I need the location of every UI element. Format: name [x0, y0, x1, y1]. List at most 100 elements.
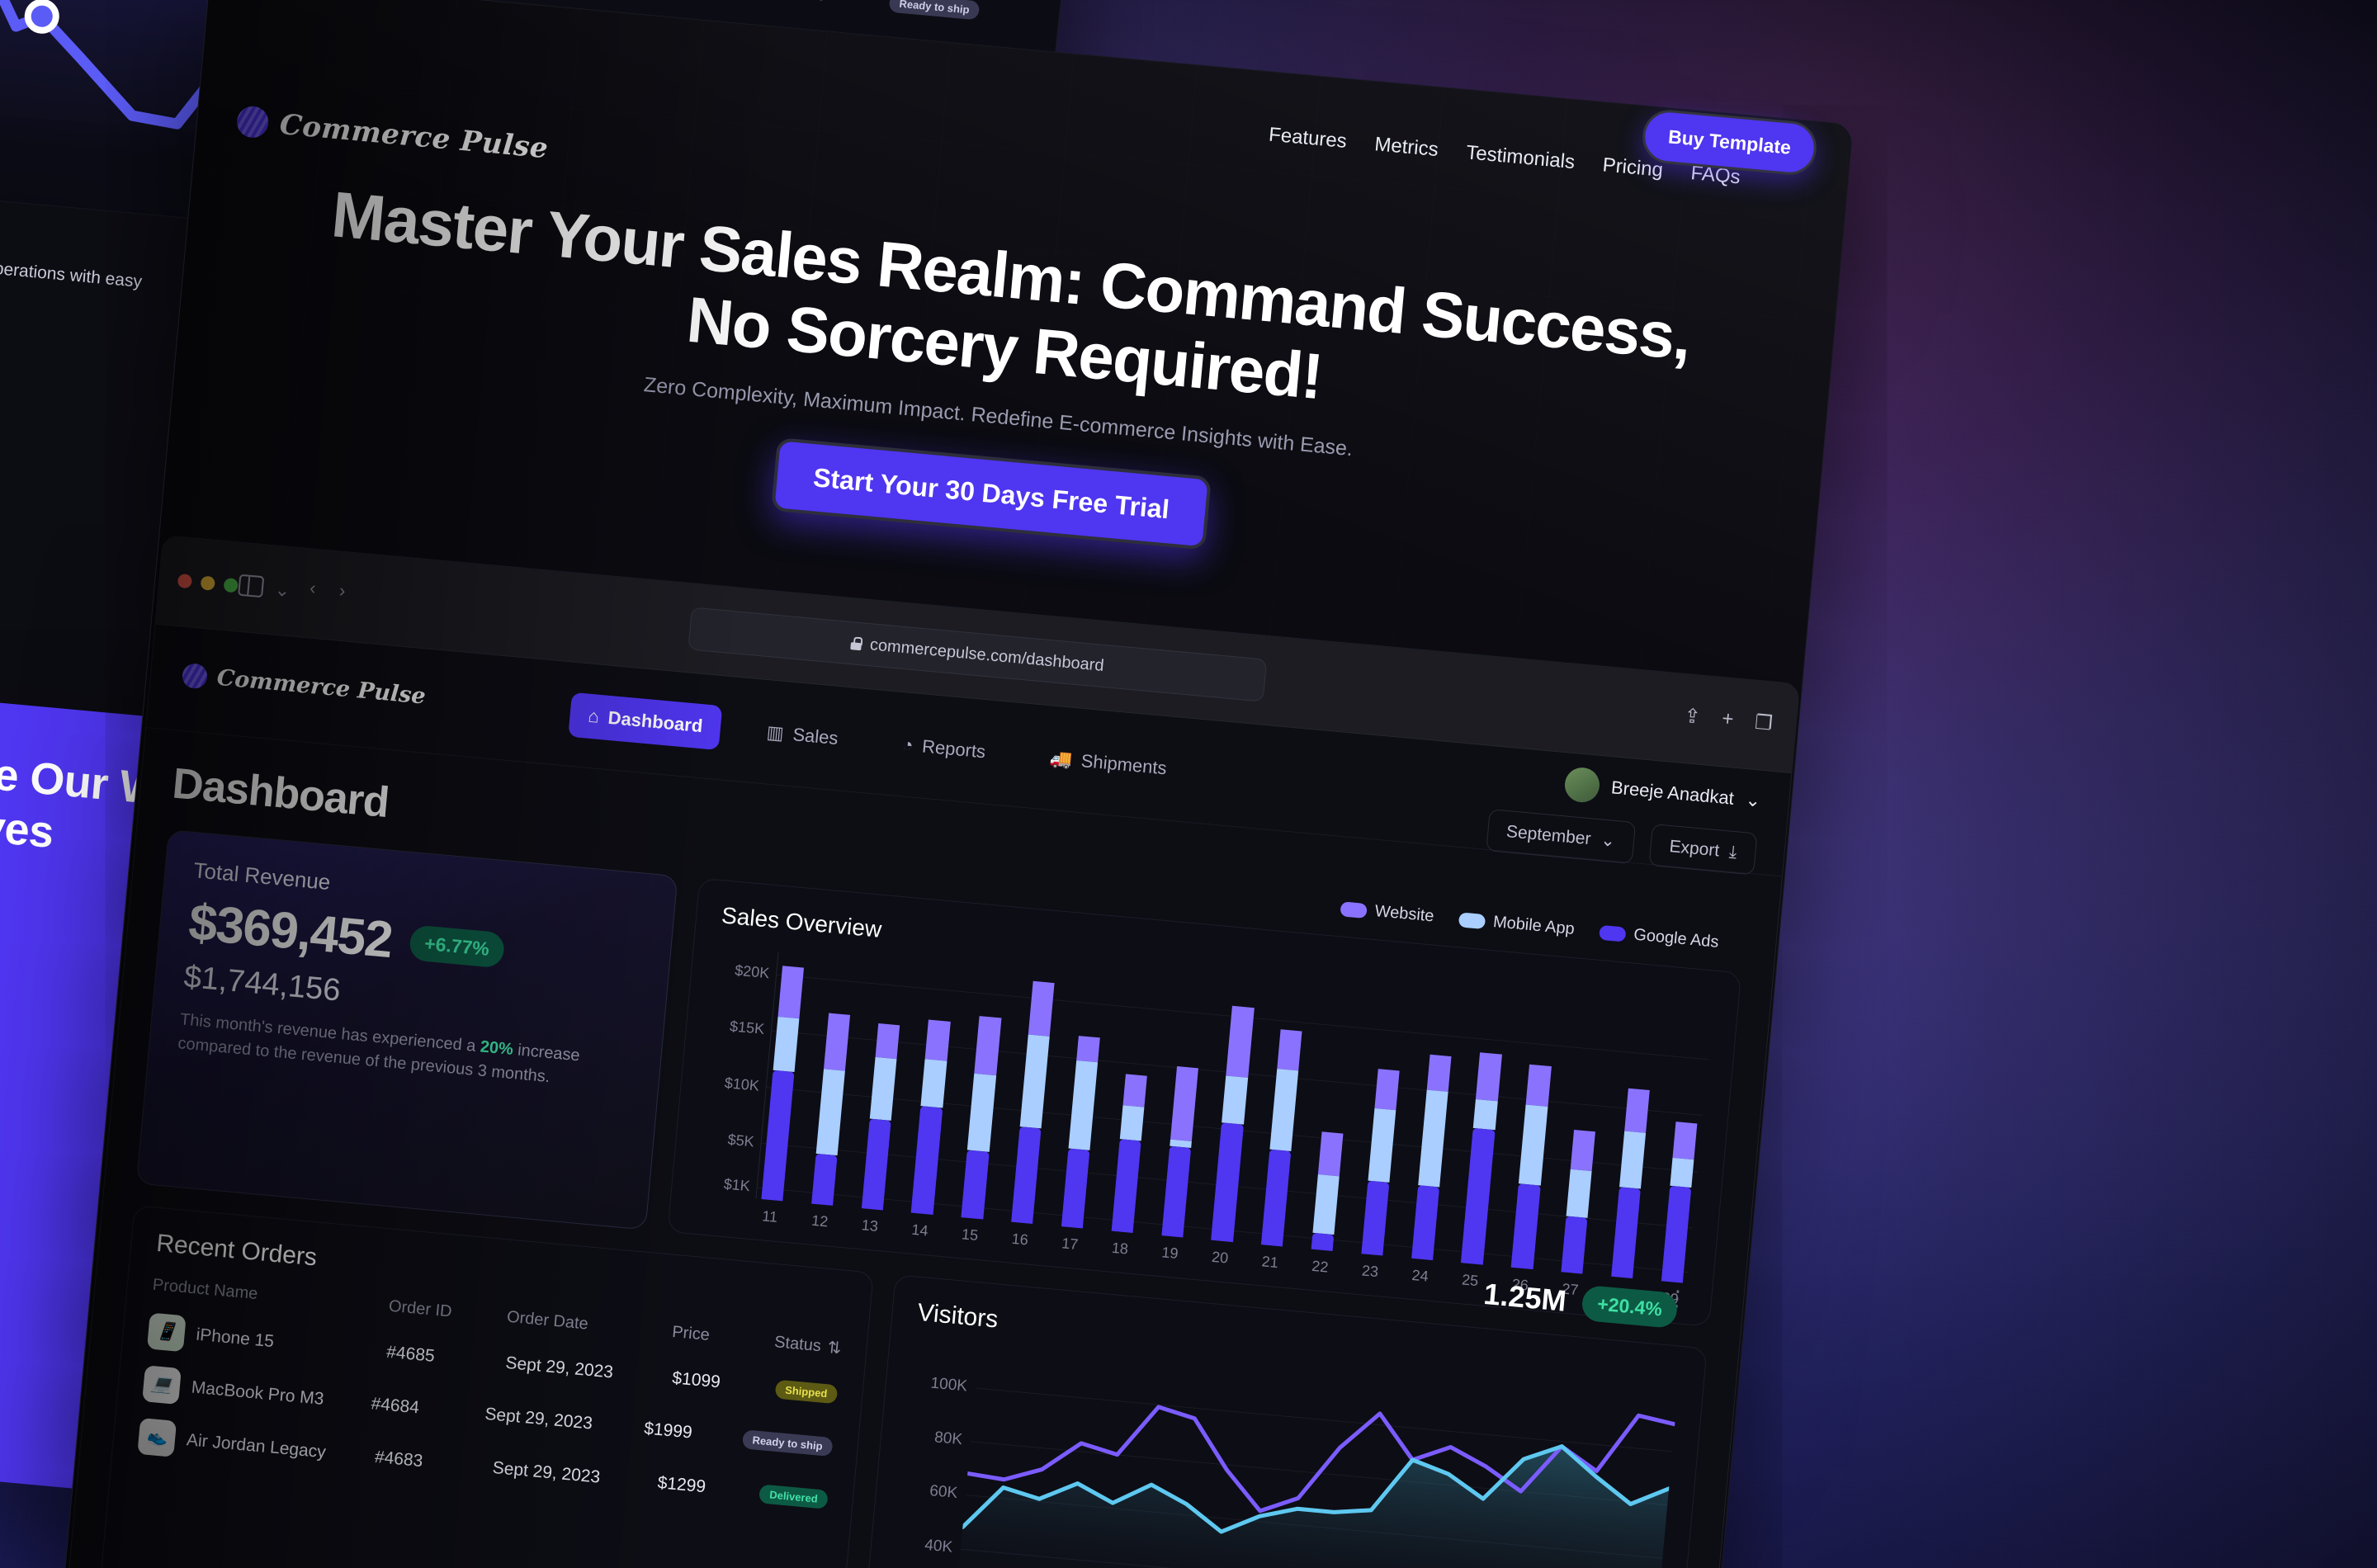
bar-column[interactable]	[861, 961, 905, 1211]
col-price: Price	[671, 1322, 711, 1345]
product-name: Air Jordan Legacy	[186, 1430, 327, 1462]
tab-reports[interactable]: ◔ Reports	[882, 720, 1006, 776]
bar-segment-google-ads	[810, 1153, 838, 1206]
col-order-id: Order ID	[388, 1296, 453, 1321]
lock-icon	[850, 636, 862, 650]
bar-column[interactable]	[1261, 998, 1305, 1247]
bar-segment-website	[1426, 1054, 1452, 1093]
visitors-card: 1.25M +20.4% Visitors 20K40K60K80K100K	[859, 1274, 1708, 1568]
bar-column[interactable]	[1211, 994, 1255, 1243]
tab-label: Reports	[921, 735, 987, 763]
bar-column[interactable]	[1111, 985, 1155, 1234]
status-badge: Ready to ship	[741, 1429, 834, 1457]
bar-column[interactable]	[1011, 975, 1055, 1224]
chevron-down-icon: ⌄	[1600, 830, 1616, 851]
bar-segment-google-ads	[1211, 1122, 1244, 1243]
bar-column[interactable]	[961, 971, 1005, 1220]
visitors-delta-badge: +20.4%	[1581, 1284, 1679, 1329]
nav-item-testimonials[interactable]: Testimonials	[1465, 141, 1576, 174]
tab-sales[interactable]: ▥ Sales	[747, 708, 858, 763]
bar-column[interactable]	[1160, 989, 1205, 1238]
bar-segment-website	[1525, 1064, 1552, 1108]
order-id: #4685	[385, 1342, 436, 1366]
bar-segment-google-ads	[1561, 1216, 1588, 1274]
price: $1999	[790, 0, 890, 9]
month-value: September	[1505, 821, 1592, 848]
close-icon[interactable]	[177, 573, 193, 589]
bar-segment-mobile-app	[1417, 1090, 1448, 1188]
bar-column[interactable]	[810, 957, 855, 1206]
bar-segment-website	[1624, 1088, 1650, 1133]
x-tick: 19	[1160, 1244, 1179, 1263]
minimize-icon[interactable]	[200, 575, 216, 591]
tab-dashboard[interactable]: ⌂ Dashboard	[568, 692, 723, 751]
y-tick: 40K	[924, 1536, 954, 1556]
chevron-down-icon: ⌄	[1744, 789, 1762, 811]
forward-icon[interactable]: ›	[338, 580, 347, 602]
x-tick: 25	[1461, 1271, 1480, 1290]
bar-segment-mobile-app	[920, 1059, 947, 1108]
col-status[interactable]: Status ⇅	[773, 1332, 842, 1358]
user-name: Breeje Anadkat	[1610, 777, 1735, 809]
bar-segment-mobile-app	[1019, 1034, 1051, 1129]
bar-column[interactable]	[911, 966, 955, 1215]
bar-segment-mobile-app	[1519, 1104, 1548, 1186]
site-brand[interactable]: Commerce Pulse	[235, 104, 550, 165]
bar-segment-website	[1317, 1131, 1344, 1177]
bar-column[interactable]	[1510, 1021, 1555, 1270]
x-tick: 11	[761, 1207, 778, 1226]
bar-column[interactable]	[1561, 1025, 1604, 1274]
status-badge: Ready to ship	[888, 0, 981, 20]
pulse-logo-icon	[235, 105, 270, 139]
bar-segment-google-ads	[1160, 1145, 1192, 1238]
share-icon[interactable]: ⇪	[1683, 704, 1702, 730]
nav-item-features[interactable]: Features	[1268, 124, 1348, 153]
col-order-date: Order Date	[506, 1307, 589, 1334]
bar-segment-website	[925, 1020, 951, 1061]
browser-window: ⌄ ‹ › commercepulse.com/dashboard ⇪ + ❐	[59, 535, 1801, 1568]
sidebar-toggle-icon[interactable]	[238, 574, 265, 598]
bar-segment-google-ads	[1061, 1148, 1090, 1229]
bar-segment-mobile-app	[869, 1056, 897, 1121]
bar-segment-mobile-app	[1619, 1131, 1647, 1189]
chevron-down-icon[interactable]: ⌄	[274, 579, 291, 602]
home-icon: ⌂	[587, 705, 601, 727]
bar-segment-mobile-app	[1368, 1108, 1396, 1183]
bar-column[interactable]	[1610, 1030, 1655, 1279]
start-trial-button[interactable]: Start Your 30 Days Free Trial	[770, 437, 1212, 550]
bar-column[interactable]	[1361, 1007, 1405, 1256]
x-tick: 13	[861, 1216, 879, 1235]
tab-shipments[interactable]: 🚚 Shipments	[1029, 734, 1186, 793]
bar-segment-mobile-app	[773, 1016, 800, 1073]
x-tick: 22	[1311, 1257, 1330, 1276]
maximize-icon[interactable]	[223, 577, 239, 593]
bar-segment-mobile-app	[1670, 1157, 1694, 1188]
hero-section: Master Your Sales Realm: Command Success…	[167, 165, 1836, 606]
bar-column[interactable]	[1061, 980, 1105, 1229]
bar-segment-website	[1277, 1029, 1302, 1071]
url-text: commercepulse.com/dashboard	[869, 635, 1105, 675]
bar-column[interactable]	[1311, 1003, 1355, 1252]
bar-segment-google-ads	[1661, 1185, 1692, 1283]
bar-column[interactable]	[1661, 1034, 1705, 1283]
price: $1099	[671, 1368, 721, 1392]
bar-segment-website	[1170, 1066, 1198, 1141]
sort-icon[interactable]: ⇅	[827, 1337, 843, 1358]
price: $1999	[643, 1419, 693, 1443]
back-icon[interactable]: ‹	[309, 577, 317, 599]
bar-segment-google-ads	[1461, 1128, 1496, 1265]
y-tick: $20K	[734, 961, 771, 982]
bar-column[interactable]	[1411, 1012, 1455, 1261]
product-name: MacBook Pro M3	[190, 1377, 325, 1409]
window-controls[interactable]	[177, 573, 239, 593]
app-brand[interactable]: Commerce Pulse	[181, 662, 427, 710]
download-icon: ⤓	[1728, 842, 1738, 862]
tabs-icon[interactable]: ❐	[1754, 711, 1774, 736]
new-tab-icon[interactable]: +	[1721, 707, 1734, 732]
x-tick: 20	[1211, 1248, 1230, 1267]
user-menu[interactable]: Breeje Anadkat ⌄	[1563, 766, 1762, 818]
bar-segment-google-ads	[1361, 1180, 1390, 1256]
nav-item-metrics[interactable]: Metrics	[1373, 133, 1439, 162]
bar-column[interactable]	[1461, 1016, 1505, 1265]
revenue-value: $369,452	[186, 893, 395, 970]
